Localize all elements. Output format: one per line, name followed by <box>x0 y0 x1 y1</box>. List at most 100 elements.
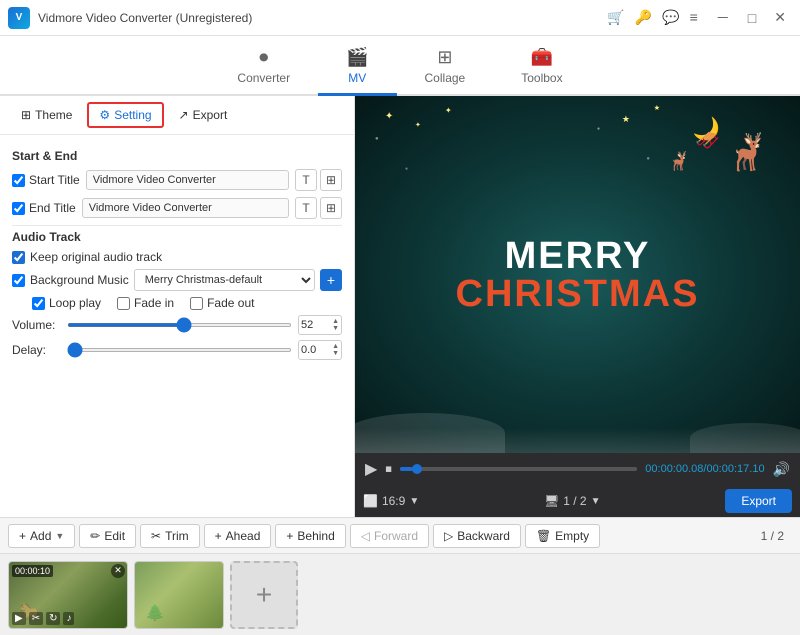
bg-music-checkbox[interactable] <box>12 274 25 287</box>
video-preview: ✦ ✦ ✦ ● ● ● ● 🌙 ★ ★ 🦌 🛷 🦌 <box>355 96 800 453</box>
clip-play-icon[interactable]: ▶ <box>12 612 26 625</box>
tab-mv[interactable]: 🎬 MV <box>318 41 396 96</box>
volume-label: Volume: <box>12 318 67 332</box>
add-clip-button[interactable]: + <box>230 561 298 629</box>
trim-button[interactable]: ✂ Trim <box>140 524 200 548</box>
snow-hill-2 <box>690 423 800 453</box>
progress-bar[interactable] <box>400 467 637 471</box>
title-bar: V Vidmore Video Converter (Unregistered)… <box>0 0 800 36</box>
keep-original-label: Keep original audio track <box>30 250 162 264</box>
start-title-input[interactable] <box>86 170 289 190</box>
time-display: 00:00:00.08/00:00:17.10 <box>645 463 764 475</box>
settings-panel: Start & End Start Title T ⊞ End Title <box>0 135 354 517</box>
tab-converter[interactable]: ⏺ Converter <box>209 41 318 96</box>
timeline-clip-1[interactable]: 🐎 00:00:10 ✕ ▶ ✂ ↻ ♪ <box>8 561 128 629</box>
fade-out-checkbox[interactable] <box>190 297 203 310</box>
behind-button[interactable]: + Behind <box>275 524 345 548</box>
add-label: Add <box>30 529 51 543</box>
add-caret-icon: ▼ <box>55 531 64 541</box>
snow-3: ● <box>597 126 600 132</box>
behind-icon: + <box>286 529 293 543</box>
trim-icon: ✂ <box>151 529 161 543</box>
start-end-title: Start & End <box>12 149 342 163</box>
end-title-grid-icon[interactable]: ⊞ <box>320 197 342 219</box>
start-title-font-icon[interactable]: T <box>295 169 317 191</box>
star-3: ✦ <box>445 106 452 115</box>
chat-icon[interactable]: 💬 <box>662 9 679 26</box>
preview-background: ✦ ✦ ✦ ● ● ● ● 🌙 ★ ★ 🦌 🛷 🦌 <box>355 96 800 453</box>
ratio-selector[interactable]: ⬜ 16:9 ▼ <box>363 494 419 508</box>
end-title-row: End Title T ⊞ <box>12 197 342 219</box>
backward-icon: ▷ <box>444 529 453 543</box>
right-panel: ✦ ✦ ✦ ● ● ● ● 🌙 ★ ★ 🦌 🛷 🦌 <box>355 96 800 517</box>
start-title-checkbox[interactable] <box>12 174 25 187</box>
clip-rotate-icon[interactable]: ↻ <box>46 612 60 625</box>
window-controls: － □ ✕ <box>710 6 792 30</box>
fade-out-label: Fade out <box>190 296 254 310</box>
maximize-button[interactable]: □ <box>742 8 762 28</box>
title-bar-icons: 🛒 🔑 💬 ≡ <box>607 9 697 26</box>
stop-button[interactable]: ⏹ <box>385 461 392 477</box>
timeline-clip-2[interactable]: 🌲 <box>134 561 224 629</box>
add-button[interactable]: + Add ▼ <box>8 524 75 548</box>
export-button-sub[interactable]: ↗ Export <box>168 103 239 127</box>
delay-row: Delay: 0.0 ▲▼ <box>12 340 342 360</box>
tab-mv-label: MV <box>348 71 366 85</box>
loop-play-label: Loop play <box>32 296 101 310</box>
fade-in-checkbox[interactable] <box>117 297 130 310</box>
menu-icon[interactable]: ≡ <box>690 9 698 26</box>
end-title-font-icon[interactable]: T <box>295 197 317 219</box>
ahead-button[interactable]: + Ahead <box>204 524 272 548</box>
end-title-checkbox[interactable] <box>12 202 25 215</box>
backward-button[interactable]: ▷ Backward <box>433 524 521 548</box>
clip-thumbnail-2: 🌲 <box>135 562 223 628</box>
collage-icon: ⊞ <box>437 47 452 68</box>
edit-button[interactable]: ✏ Edit <box>79 524 136 548</box>
export-icon: ↗ <box>179 108 189 122</box>
progress-fill <box>400 467 412 471</box>
clip-audio-icon[interactable]: ♪ <box>63 612 74 625</box>
snow-2: ● <box>405 166 408 172</box>
key-icon[interactable]: 🔑 <box>635 9 652 26</box>
keep-original-checkbox[interactable] <box>12 251 25 264</box>
page-indicator: 1 / 2 <box>761 529 784 543</box>
cart-icon[interactable]: 🛒 <box>607 9 624 26</box>
sub-toolbar: ⊞ Theme ⚙ Setting ↗ Export <box>0 96 354 135</box>
tab-toolbox[interactable]: 🧰 Toolbox <box>493 41 590 96</box>
video-controls: ▶ ⏹ 00:00:00.08/00:00:17.10 🔊 <box>355 453 800 485</box>
bg-music-select[interactable]: Merry Christmas-default <box>134 269 315 291</box>
clip-1-close-button[interactable]: ✕ <box>111 564 125 578</box>
end-title-input[interactable] <box>82 198 289 218</box>
merry-text: MERRY <box>456 237 700 275</box>
app-title: Vidmore Video Converter (Unregistered) <box>38 11 607 25</box>
volume-slider[interactable] <box>67 323 292 327</box>
christmas-text: CHRISTMAS <box>456 275 700 313</box>
export-label: Export <box>193 108 228 122</box>
edit-label: Edit <box>104 529 125 543</box>
converter-icon: ⏺ <box>259 47 268 68</box>
theme-button[interactable]: ⊞ Theme <box>10 103 83 127</box>
play-button[interactable]: ▶ <box>365 459 377 479</box>
delay-slider[interactable] <box>67 348 292 352</box>
loop-play-checkbox[interactable] <box>32 297 45 310</box>
volume-icon[interactable]: 🔊 <box>773 461 790 478</box>
star-5: ★ <box>654 104 660 112</box>
setting-button[interactable]: ⚙ Setting <box>87 102 163 128</box>
start-title-grid-icon[interactable]: ⊞ <box>320 169 342 191</box>
track-selector[interactable]: 🖥 1 / 2 ▼ <box>544 494 601 508</box>
minimize-button[interactable]: － <box>710 6 736 30</box>
app-logo: V <box>8 7 30 29</box>
add-music-button[interactable]: + <box>320 269 342 291</box>
volume-spinner[interactable]: ▲▼ <box>332 318 339 332</box>
close-button[interactable]: ✕ <box>768 7 792 28</box>
fade-in-label: Fade in <box>117 296 174 310</box>
clip-cut-icon[interactable]: ✂ <box>29 612 43 625</box>
forward-button[interactable]: ◁ Forward <box>350 524 429 548</box>
delay-spinner[interactable]: ▲▼ <box>332 343 339 357</box>
tab-collage[interactable]: ⊞ Collage <box>397 41 494 96</box>
ratio-dropdown-icon: ▼ <box>409 496 419 507</box>
audio-options-row: Loop play Fade in Fade out <box>12 296 342 310</box>
export-main-button[interactable]: Export <box>725 489 792 513</box>
star-2: ✦ <box>415 121 421 129</box>
empty-button[interactable]: 🗑 Empty <box>525 524 600 548</box>
